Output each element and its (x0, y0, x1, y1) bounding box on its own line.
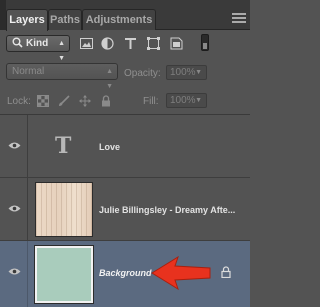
layer-row-love[interactable]: T Love (0, 115, 250, 178)
lock-all-icon[interactable] (100, 94, 112, 107)
visibility-toggle[interactable] (0, 115, 28, 177)
layer-filter-row: Kind ▲ ▼ (0, 30, 250, 62)
smart-object-filter-icon[interactable] (170, 37, 183, 50)
layer-row-background[interactable]: Background (0, 241, 250, 307)
blend-row: Normal ▲ ▼ Opacity: 100% ▼ (0, 58, 250, 90)
layer-row-julie-billingsley[interactable]: Julie Billingsley - Dreamy Afte... (0, 178, 250, 241)
tab-adjustments[interactable]: Adjustments (82, 9, 156, 30)
annotation-arrow-icon (151, 255, 211, 291)
lock-row: Lock: Fill: 100% ▼ (0, 86, 250, 112)
layer-thumbnail (35, 182, 93, 237)
eye-icon (8, 142, 21, 149)
chevron-down-icon[interactable]: ▼ (195, 94, 202, 107)
filter-kind-select[interactable]: Kind ▲ ▼ (6, 35, 70, 62)
opacity-field[interactable]: 100% ▼ (166, 65, 207, 80)
lock-transparency-icon[interactable] (37, 94, 49, 107)
layer-name: Love (99, 142, 121, 152)
fill-value: 100% (170, 95, 196, 106)
visibility-toggle[interactable] (0, 178, 28, 240)
chevron-down-icon[interactable]: ▼ (195, 66, 202, 79)
panel-menu-icon[interactable] (232, 11, 246, 25)
tab-layers[interactable]: Layers (6, 9, 48, 31)
opacity-label: Opacity: (124, 68, 161, 79)
lock-label: Lock: (7, 96, 31, 107)
fill-label: Fill: (143, 96, 159, 107)
text-layer-icon: T (55, 133, 72, 159)
blend-mode-value: Normal (12, 66, 45, 77)
tab-paths[interactable]: Paths (48, 9, 82, 30)
lock-paint-brush-icon[interactable] (58, 94, 70, 106)
fill-field[interactable]: 100% ▼ (166, 93, 207, 108)
panel-tab-bar: Layers Paths Adjustments (0, 0, 250, 31)
layer-thumbnail (35, 246, 93, 303)
type-filter-icon[interactable] (124, 37, 137, 50)
layer-name: Julie Billingsley - Dreamy Afte... (99, 205, 236, 215)
filter-toggle[interactable] (201, 34, 209, 51)
visibility-toggle[interactable] (0, 241, 28, 307)
pixel-filter-icon[interactable] (80, 37, 93, 50)
blend-mode-select[interactable]: Normal ▲ ▼ (6, 63, 118, 90)
search-icon (12, 37, 23, 53)
shape-filter-icon[interactable] (147, 37, 160, 50)
layers-list: T Love Julie Billingsley - Dreamy Afte..… (0, 114, 250, 307)
lock-icon (221, 265, 231, 283)
lock-position-icon[interactable] (79, 94, 91, 107)
adjustment-filter-icon[interactable] (101, 37, 114, 50)
opacity-value: 100% (170, 67, 196, 78)
eye-icon (8, 205, 21, 212)
eye-icon (8, 268, 21, 275)
filter-kind-label: Kind (26, 38, 49, 49)
